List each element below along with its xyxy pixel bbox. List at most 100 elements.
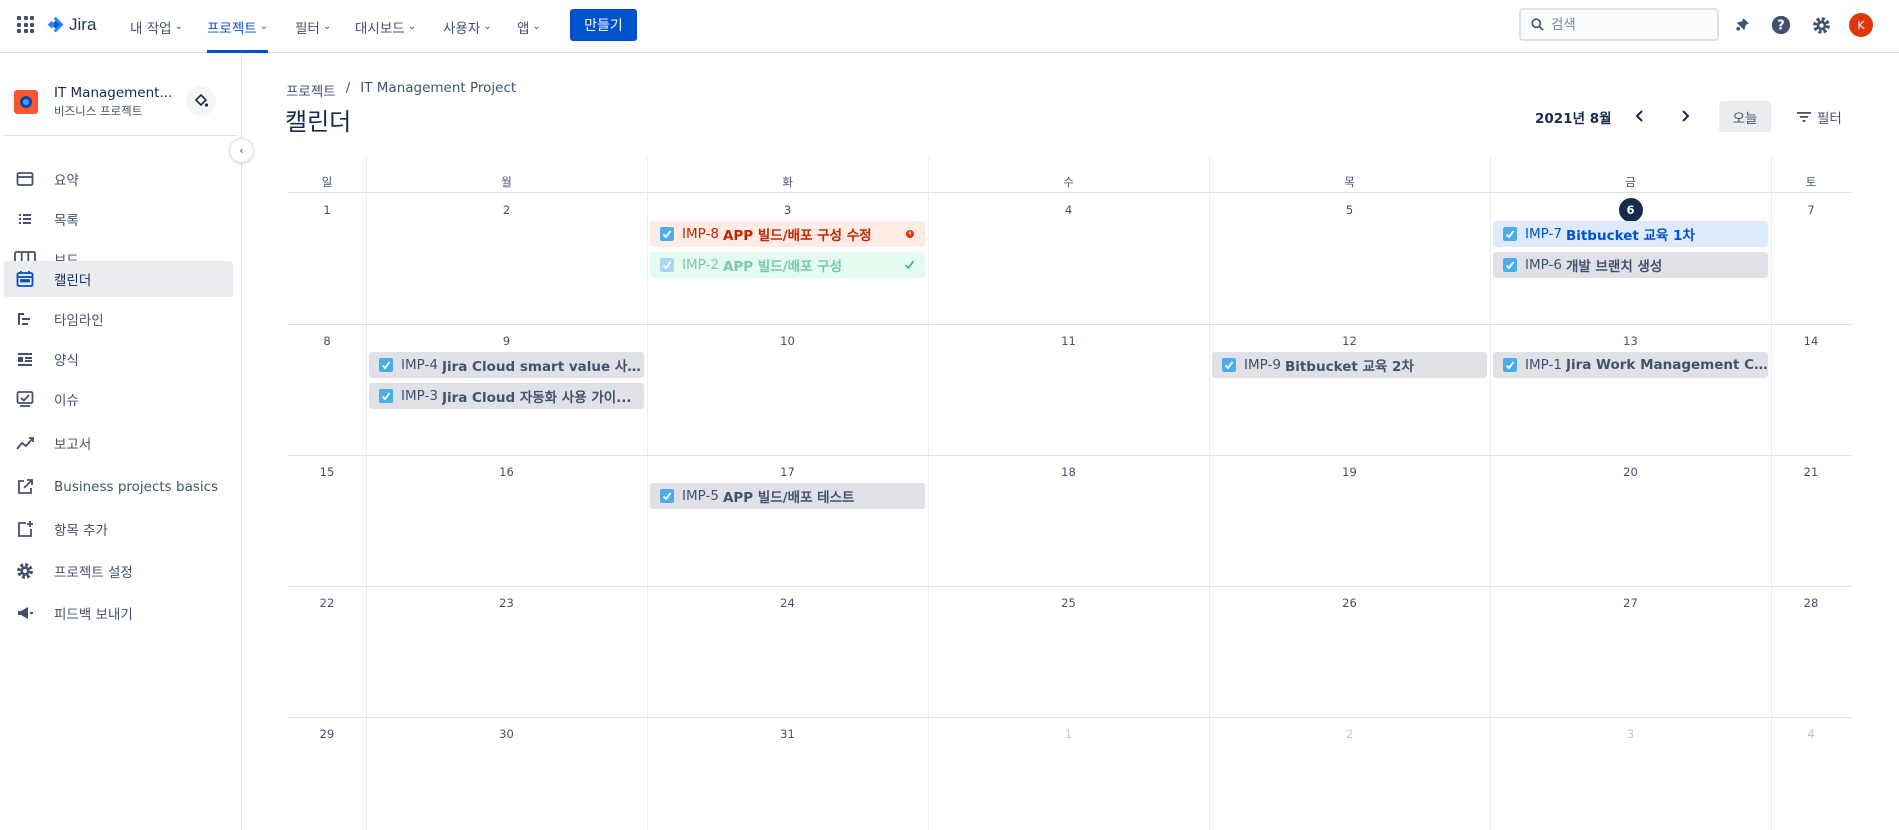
issue-key: IMP-6 [1525,257,1562,273]
sidebar-item-label: 캘린더 [54,273,92,289]
timeline-icon [14,308,36,330]
day-number[interactable]: 11 [1055,330,1083,352]
nav-my-work[interactable]: 내 작업 ⌄ [130,0,183,53]
day-number[interactable]: 5 [1336,199,1364,221]
chevron-down-icon: ⌄ [322,21,332,32]
day-number[interactable]: 9 [493,330,521,352]
nav-apps[interactable]: 앱 ⌄ [517,0,541,53]
sidebar-item-add-item[interactable]: 항목 추가 [4,511,233,547]
sidebar-item-issues[interactable]: 이슈 [4,381,233,417]
app-switcher-icon[interactable] [17,16,34,33]
calendar-event[interactable]: IMP-8 APP 빌드/배포 구성 수정 [650,221,925,247]
sidebar-item-label: 양식 [54,353,79,369]
week-divider [288,324,1851,325]
sidebar-item-business-basics[interactable]: Business projects basics [4,469,233,505]
day-number[interactable]: 12 [1336,330,1364,352]
day-number[interactable]: 2 [493,199,521,221]
day-number[interactable]: 18 [1055,461,1083,483]
sidebar-item-label: 이슈 [54,393,79,409]
search-box[interactable] [1519,8,1719,41]
day-number[interactable]: 3 [774,199,802,221]
day-number[interactable]: 23 [493,592,521,614]
day-number[interactable]: 13 [1617,330,1645,352]
breadcrumb-project[interactable]: IT Management Project [360,80,516,100]
sidebar-item-label: Business projects basics [54,479,219,495]
weekday-label: 수 [1063,175,1074,189]
nav-people[interactable]: 사용자 ⌄ [443,0,492,53]
day-number[interactable]: 19 [1336,461,1364,483]
collapse-sidebar-button[interactable]: ‹ [229,138,254,163]
issues-icon [14,388,36,410]
paint-bucket-icon[interactable] [186,86,216,116]
breadcrumb-projects[interactable]: 프로젝트 [286,80,336,100]
calendar-event[interactable]: IMP-1Jira Work Management Clou... [1493,352,1768,378]
day-number[interactable]: 10 [774,330,802,352]
next-month-button[interactable] [1673,103,1699,129]
search-input[interactable] [1551,16,1701,33]
day-number[interactable]: 7 [1797,199,1825,221]
calendar-event[interactable]: IMP-2 APP 빌드/배포 구성 [650,252,925,278]
today-day-number[interactable]: 6 [1618,198,1643,222]
column-divider [366,157,367,830]
day-number[interactable]: 16 [493,461,521,483]
day-number[interactable]: 4 [1055,199,1083,221]
day-number[interactable]: 17 [774,461,802,483]
day-number[interactable]: 26 [1336,592,1364,614]
create-button[interactable]: 만들기 [570,9,637,41]
day-number[interactable]: 27 [1617,592,1645,614]
nav-apps-label: 앱 [517,20,530,37]
calendar-event[interactable]: IMP-6 개발 브랜치 생성 [1493,252,1768,278]
nav-filters[interactable]: 필터 ⌄ [295,0,331,53]
project-avatar-icon[interactable] [14,90,38,114]
calendar-event[interactable]: IMP-5 APP 빌드/배포 테스트 [650,483,925,509]
day-number[interactable]: 25 [1055,592,1083,614]
day-number[interactable]: 20 [1617,461,1645,483]
sidebar-item-label: 피드백 보내기 [54,607,133,623]
calendar-event[interactable]: IMP-4 Jira Cloud smart value 사용 ... [369,352,644,378]
user-avatar[interactable]: K [1849,13,1873,37]
calendar-event[interactable]: IMP-7 Bitbucket 교육 1차 [1493,221,1768,247]
day-number[interactable]: 2 [1336,723,1364,745]
filter-button[interactable]: 필터 [1797,101,1842,132]
day-number[interactable]: 30 [493,723,521,745]
day-number[interactable]: 22 [313,592,341,614]
day-number[interactable]: 3 [1617,723,1645,745]
weekday-label: 일 [321,175,333,189]
project-name[interactable]: IT Management... [54,85,174,101]
day-number[interactable]: 1 [313,199,341,221]
sidebar-item-list[interactable]: 목록 [4,201,233,237]
top-navigation: Jira 내 작업 ⌄ 프로젝트 ⌄ 필터 ⌄ 대시보드 ⌄ 사용자 ⌄ 앱 ⌄… [0,0,1899,53]
jira-logo[interactable]: Jira [47,12,96,38]
day-number[interactable]: 31 [774,723,802,745]
sidebar-item-timeline[interactable]: 타임라인 [4,301,233,337]
nav-dashboards[interactable]: 대시보드 ⌄ [355,0,416,53]
sidebar-item-reports[interactable]: 보고서 [4,425,233,461]
sidebar-item-feedback[interactable]: 피드백 보내기 [4,595,233,631]
column-divider [647,157,648,830]
calendar-event[interactable]: IMP-9 Bitbucket 교육 2차 [1212,352,1487,378]
calendar-event[interactable]: IMP-3 Jira Cloud 자동화 사용 가이... [369,383,644,409]
project-header: IT Management... 비즈니스 프로젝트 [4,54,237,136]
sidebar-item-calendar[interactable]: 캘린더 [4,261,233,297]
today-button[interactable]: 오늘 [1719,101,1771,132]
help-icon[interactable]: ? [1769,13,1793,37]
nav-projects[interactable]: 프로젝트 ⌄ [207,0,269,53]
sidebar-item-project-settings[interactable]: 프로젝트 설정 [4,553,233,589]
day-number[interactable]: 28 [1797,592,1825,614]
previous-month-button[interactable] [1626,103,1652,129]
settings-gear-icon[interactable] [1809,13,1833,37]
sidebar-item-forms[interactable]: 양식 [4,341,233,377]
notifications-bell-icon[interactable] [1730,13,1754,37]
day-number[interactable]: 29 [313,723,341,745]
day-number[interactable]: 14 [1797,330,1825,352]
reports-icon [14,432,36,454]
day-number[interactable]: 8 [313,330,341,352]
day-number[interactable]: 4 [1797,723,1825,745]
sidebar-item-summary[interactable]: 요약 [4,161,233,197]
day-number[interactable]: 15 [313,461,341,483]
day-number[interactable]: 21 [1797,461,1825,483]
day-number[interactable]: 24 [774,592,802,614]
day-number[interactable]: 1 [1055,723,1083,745]
issue-key: IMP-1 [1525,357,1562,373]
chevron-down-icon: ⌄ [259,21,269,32]
